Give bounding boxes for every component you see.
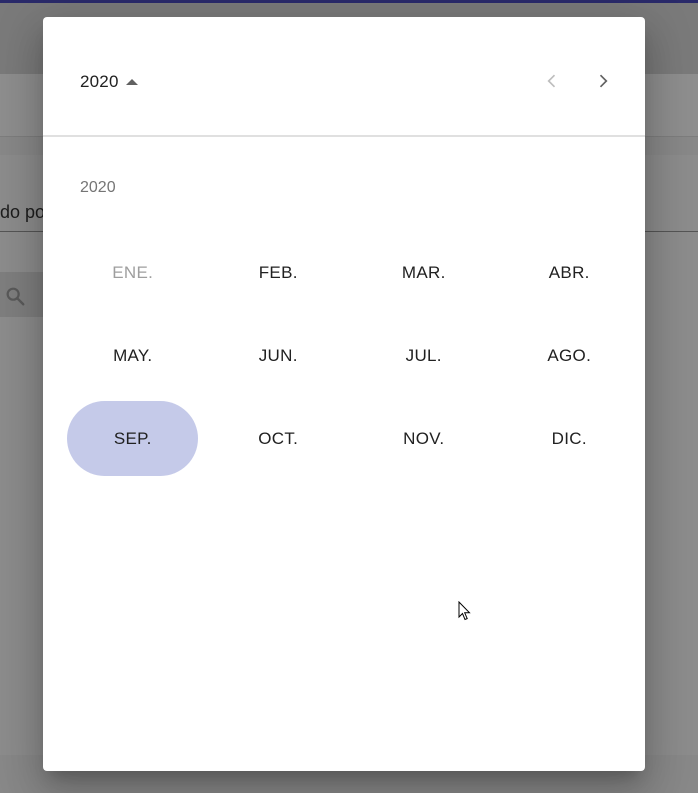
- month-button[interactable]: AGO.: [504, 318, 635, 393]
- previous-year-button[interactable]: [534, 63, 570, 99]
- background-search-button: [0, 272, 44, 317]
- month-picker-dialog: 2020 2020 ENE. FEB. MAR. ABR. MAY. JUN. …: [43, 17, 645, 771]
- month-cell: JUL.: [351, 314, 497, 397]
- month-cell: OCT.: [206, 397, 352, 480]
- month-cell: MAY.: [60, 314, 206, 397]
- month-button[interactable]: JUN.: [213, 318, 344, 393]
- chevron-left-icon: [547, 74, 556, 88]
- month-cell: FEB.: [206, 231, 352, 314]
- picker-header: 2020: [43, 17, 645, 137]
- month-button[interactable]: DIC.: [504, 401, 635, 476]
- chevron-right-icon: [599, 74, 608, 88]
- month-cell: NOV.: [351, 397, 497, 480]
- header-year-label: 2020: [80, 72, 119, 91]
- month-button: ENE.: [112, 262, 154, 282]
- mouse-cursor-icon: [458, 601, 471, 621]
- month-cell: MAR.: [351, 231, 497, 314]
- month-cell: JUN.: [206, 314, 352, 397]
- year-toggle-button[interactable]: 2020: [80, 72, 138, 92]
- month-button[interactable]: ABR.: [504, 235, 635, 310]
- background-field-text: do po: [0, 202, 46, 222]
- month-button-selected[interactable]: SEP.: [67, 401, 199, 476]
- search-icon: [6, 287, 25, 306]
- month-button[interactable]: NOV.: [358, 401, 489, 476]
- month-button[interactable]: JUL.: [358, 318, 489, 393]
- year-section-label: 2020: [80, 179, 116, 196]
- month-cell: ENE.: [60, 231, 206, 314]
- month-button[interactable]: OCT.: [213, 401, 344, 476]
- next-year-button[interactable]: [585, 63, 621, 99]
- month-cell: ABR.: [497, 231, 643, 314]
- month-button[interactable]: MAR.: [358, 235, 489, 310]
- month-button[interactable]: FEB.: [213, 235, 344, 310]
- month-grid: ENE. FEB. MAR. ABR. MAY. JUN. JUL. AGO. …: [60, 231, 642, 480]
- month-cell: DIC.: [497, 397, 643, 480]
- month-cell: SEP.: [60, 397, 206, 480]
- month-cell: AGO.: [497, 314, 643, 397]
- month-button[interactable]: MAY.: [67, 318, 198, 393]
- caret-up-icon: [125, 79, 138, 85]
